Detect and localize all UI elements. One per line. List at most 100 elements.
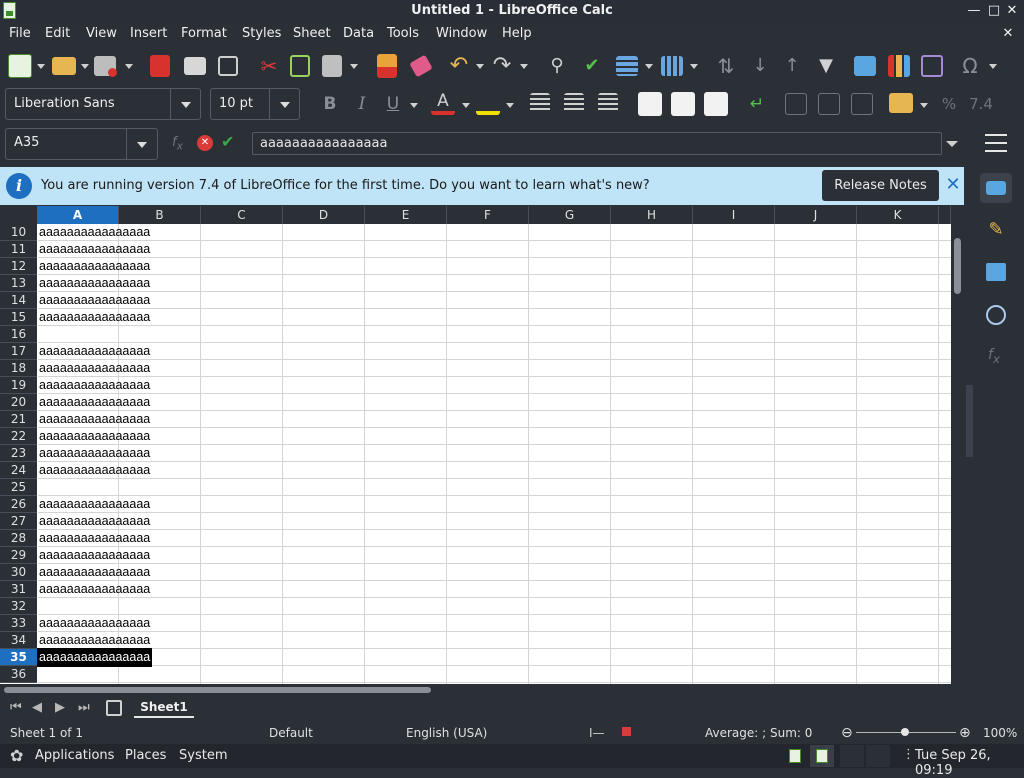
row-header[interactable]: 25 — [0, 479, 37, 496]
wrap-text-icon[interactable]: ↵ — [745, 92, 769, 116]
sort-descending-icon[interactable]: ↑ — [780, 54, 804, 78]
font-size-dropdown-icon[interactable] — [269, 89, 299, 119]
clone-formatting-icon[interactable] — [377, 54, 397, 78]
calc-launcher-icon[interactable] — [789, 749, 801, 763]
font-name-combo[interactable]: Liberation Sans — [5, 88, 201, 120]
column-header-j[interactable]: J — [775, 206, 857, 224]
next-sheet-icon[interactable]: ▶ — [55, 700, 65, 715]
unmerge-cells-icon[interactable] — [851, 93, 873, 115]
merge-center-icon[interactable] — [818, 93, 840, 115]
column-header-k[interactable]: K — [857, 206, 939, 224]
cell-a16[interactable] — [38, 326, 39, 343]
styles-icon[interactable]: ✎ — [986, 219, 1006, 241]
cell-a13[interactable]: aaaaaaaaaaaaaaaa — [38, 275, 150, 292]
row-header[interactable]: 34 — [0, 632, 37, 649]
bold-icon[interactable]: B — [318, 92, 342, 116]
language[interactable]: English (USA) — [406, 726, 487, 740]
row-header[interactable]: 21 — [0, 411, 37, 428]
row-header[interactable]: 26 — [0, 496, 37, 513]
accept-icon[interactable]: ✔ — [221, 132, 234, 151]
row-header[interactable]: 22 — [0, 428, 37, 445]
font-size-combo[interactable]: 10 pt — [210, 88, 300, 120]
redo-icon[interactable]: ↷ — [490, 54, 514, 78]
menu-insert[interactable]: Insert — [130, 26, 167, 41]
undo-icon[interactable]: ↶ — [447, 54, 471, 78]
cell-a26[interactable]: aaaaaaaaaaaaaaaa — [38, 496, 150, 513]
menu-edit[interactable]: Edit — [45, 26, 70, 41]
row-header[interactable]: 30 — [0, 564, 37, 581]
horizontal-scrollbar[interactable] — [0, 684, 964, 696]
column-header-b[interactable]: B — [119, 206, 201, 224]
navigator-icon[interactable] — [986, 305, 1006, 325]
menu-styles[interactable]: Styles — [242, 26, 281, 41]
expand-formula-icon[interactable] — [946, 141, 958, 147]
menu-data[interactable]: Data — [343, 26, 374, 41]
cell-a34[interactable]: aaaaaaaaaaaaaaaa — [38, 632, 150, 649]
row-header[interactable]: 28 — [0, 530, 37, 547]
italic-icon[interactable]: I — [350, 92, 374, 116]
insert-chart-icon[interactable] — [888, 55, 910, 77]
cell-a31[interactable]: aaaaaaaaaaaaaaaa — [38, 581, 150, 598]
column-header-a[interactable]: A — [37, 206, 119, 224]
align-left-icon[interactable] — [530, 93, 550, 113]
align-right-icon[interactable] — [598, 93, 618, 113]
clear-formatting-icon[interactable] — [409, 54, 433, 78]
cell-a21[interactable]: aaaaaaaaaaaaaaaa — [38, 411, 150, 428]
row-header[interactable]: 29 — [0, 547, 37, 564]
row-header[interactable]: 35 — [0, 649, 37, 666]
row-header[interactable]: 18 — [0, 360, 37, 377]
functions-icon[interactable]: fx — [988, 347, 1000, 366]
cell-a29[interactable]: aaaaaaaaaaaaaaaa — [38, 547, 150, 564]
cell-a14[interactable]: aaaaaaaaaaaaaaaa — [38, 292, 150, 309]
cell-a18[interactable]: aaaaaaaaaaaaaaaa — [38, 360, 150, 377]
row-icon[interactable] — [616, 56, 638, 76]
percent-format-icon[interactable]: % — [937, 92, 961, 116]
font-color-icon[interactable]: A — [431, 91, 455, 115]
cell-a15[interactable]: aaaaaaaaaaaaaaaa — [38, 309, 150, 326]
save-dropdown-icon[interactable] — [125, 64, 133, 69]
underline-icon[interactable]: U — [381, 92, 405, 116]
align-bottom-icon[interactable] — [704, 92, 728, 116]
applications-menu[interactable]: Applications — [35, 748, 114, 763]
cell-a32[interactable] — [38, 598, 39, 615]
sheet-tab[interactable]: Sheet1 — [134, 696, 194, 718]
cell-a17[interactable]: aaaaaaaaaaaaaaaa — [38, 343, 150, 360]
cell-a20[interactable]: aaaaaaaaaaaaaaaa — [38, 394, 150, 411]
function-wizard-icon[interactable]: fx — [172, 135, 183, 153]
copy-icon[interactable] — [290, 55, 310, 77]
name-box-dropdown-icon[interactable] — [126, 129, 156, 159]
row-header[interactable]: 10 — [0, 224, 37, 241]
maximize-button[interactable]: □ — [985, 2, 1003, 20]
minimize-button[interactable]: — — [965, 2, 983, 20]
gallery-icon[interactable] — [986, 263, 1006, 281]
vertical-scrollbar[interactable] — [951, 206, 964, 684]
cut-icon[interactable]: ✂ — [257, 54, 281, 78]
row-header[interactable]: 13 — [0, 275, 37, 292]
row-header[interactable]: 33 — [0, 615, 37, 632]
print-preview-icon[interactable] — [218, 56, 238, 76]
column-header-i[interactable]: I — [693, 206, 775, 224]
redo-dropdown-icon[interactable] — [520, 64, 528, 69]
row-header[interactable]: 31 — [0, 581, 37, 598]
center-vertically-icon[interactable] — [671, 92, 695, 116]
menu-sheet[interactable]: Sheet — [293, 26, 331, 41]
zoom-slider-handle[interactable] — [901, 728, 909, 736]
open-dropdown-icon[interactable] — [81, 64, 89, 69]
row-header[interactable]: 24 — [0, 462, 37, 479]
add-sheet-icon[interactable] — [106, 700, 122, 716]
new-spreadsheet-icon[interactable] — [8, 54, 32, 78]
column-header-h[interactable]: H — [611, 206, 693, 224]
paste-dropdown-icon[interactable] — [350, 64, 358, 69]
sort-icon[interactable]: ⇅ — [714, 54, 738, 78]
insert-image-icon[interactable] — [854, 56, 876, 76]
menu-help[interactable]: Help — [502, 26, 532, 41]
highlight-color-icon[interactable] — [476, 91, 500, 115]
row-header[interactable]: 32 — [0, 598, 37, 615]
row-header[interactable]: 15 — [0, 309, 37, 326]
menu-file[interactable]: File — [9, 26, 31, 41]
vertical-scroll-thumb[interactable] — [954, 238, 961, 294]
workspace-2[interactable] — [866, 745, 890, 767]
release-notes-button[interactable]: Release Notes — [822, 170, 939, 201]
spelling-icon[interactable]: ✔ — [580, 54, 604, 78]
row-header[interactable]: 14 — [0, 292, 37, 309]
